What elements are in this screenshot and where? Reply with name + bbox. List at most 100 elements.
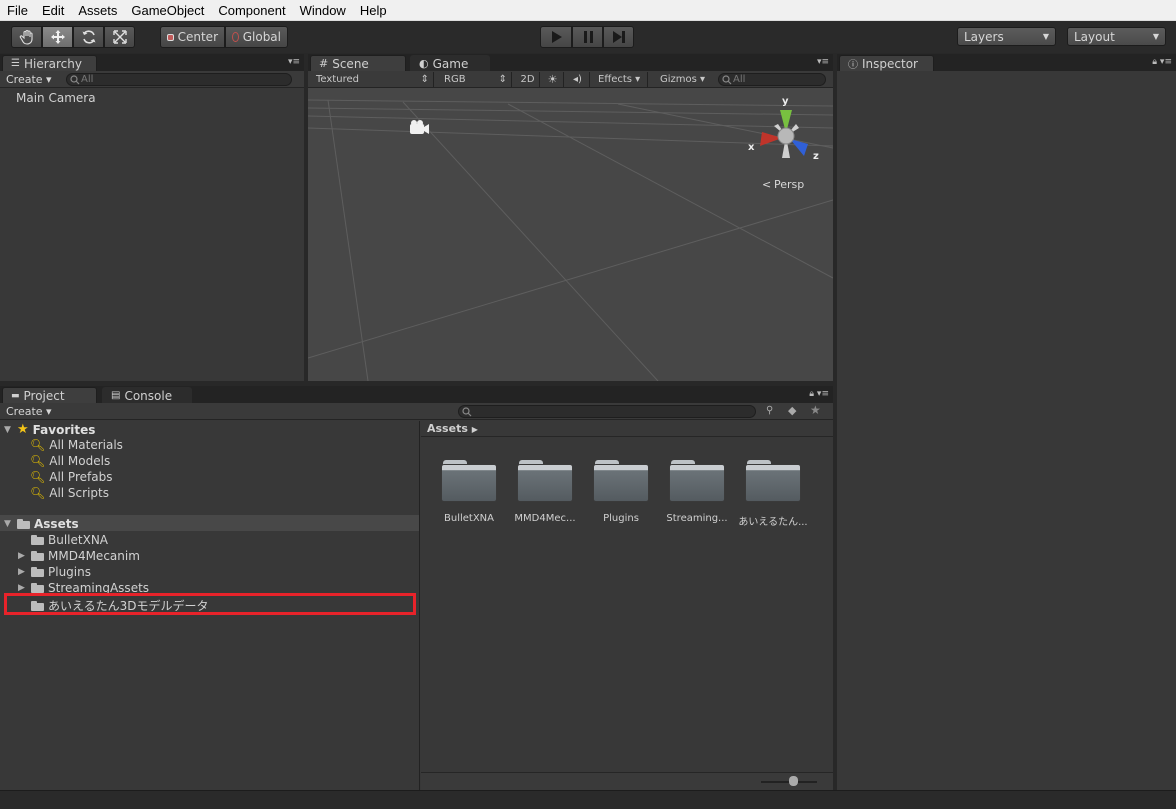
- tree-folder-bulletxna[interactable]: BulletXNA: [18, 533, 108, 547]
- favorite-star-icon[interactable]: ★: [810, 403, 821, 417]
- triangle-right-icon[interactable]: ▶: [18, 567, 27, 577]
- favorite-all-materials[interactable]: 🔍︎ All Materials: [30, 438, 123, 452]
- hierarchy-panel: ☰ Hierarchy ▾≡ Create ▾ All Main Camera: [0, 54, 304, 381]
- menu-gameobject[interactable]: GameObject: [124, 3, 211, 18]
- folder-icon: [31, 567, 44, 577]
- menu-assets[interactable]: Assets: [71, 3, 124, 18]
- scene-viewport[interactable]: y x z < Persp: [308, 88, 833, 381]
- move-icon: [50, 30, 65, 44]
- lighting-toggle-icon[interactable]: ☀: [542, 72, 564, 87]
- breadcrumb-assets[interactable]: Assets: [427, 422, 468, 435]
- favorite-all-prefabs[interactable]: 🔍︎ All Prefabs: [30, 470, 112, 484]
- grid-folder-plugins[interactable]: Plugins: [586, 456, 656, 524]
- tab-hierarchy[interactable]: ☰ Hierarchy: [2, 55, 97, 71]
- tab-hierarchy-label: Hierarchy: [23, 56, 82, 71]
- project-grid: Assets ▶ BulletXNA MMD4Mec... Plugins St…: [421, 421, 833, 790]
- favorite-all-models[interactable]: 🔍︎ All Models: [30, 454, 110, 468]
- project-tabbar: ▬ Project ▤ Console 🔒︎ ▾≡: [0, 386, 833, 403]
- menu-window[interactable]: Window: [293, 3, 353, 18]
- hand-icon: [19, 29, 33, 45]
- panel-menu-icon[interactable]: ▾≡: [288, 57, 300, 67]
- project-subbar: Create ▾ ⚲ ◆ ★: [0, 403, 833, 420]
- menu-file[interactable]: File: [0, 3, 35, 18]
- project-search-input[interactable]: [458, 405, 756, 418]
- tab-project-label: Project: [23, 388, 65, 403]
- hierarchy-tabbar: ☰ Hierarchy ▾≡: [0, 54, 304, 71]
- projection-label[interactable]: Persp: [774, 178, 804, 191]
- grid-footer: [421, 772, 833, 790]
- scene-search-input[interactable]: All: [718, 73, 826, 86]
- shading-mode-dropdown[interactable]: Textured ⇕: [312, 72, 434, 87]
- scale-tool-button[interactable]: [104, 26, 135, 48]
- menu-bar: File Edit Assets GameObject Component Wi…: [0, 0, 1176, 21]
- axis-z-label: z: [813, 151, 819, 162]
- pivot-global-button[interactable]: Global: [225, 26, 288, 48]
- filter-by-label-icon[interactable]: ◆: [788, 404, 796, 417]
- step-button[interactable]: [603, 26, 634, 48]
- tree-folder-plugins[interactable]: ▶ Plugins: [18, 565, 91, 579]
- zoom-slider-handle[interactable]: [789, 776, 798, 786]
- globe-icon: [232, 32, 239, 42]
- lock-menu-icon[interactable]: 🔒︎ ▾≡: [1152, 57, 1172, 67]
- scene-panel: # Scene ◐ Game ▾≡ Textured ⇕ RGB ⇕ 2D ☀ ◂)…: [308, 54, 833, 381]
- step-icon: [612, 31, 625, 43]
- triangle-down-icon: ▼: [4, 519, 11, 529]
- console-icon: ▤: [111, 390, 121, 401]
- gizmos-dropdown[interactable]: Gizmos ▾: [656, 72, 710, 87]
- folder-icon: [31, 583, 44, 593]
- layers-dropdown[interactable]: Layers ▼: [957, 27, 1056, 46]
- tab-inspector[interactable]: ⓘ Inspector: [839, 55, 934, 71]
- lock-menu-icon[interactable]: 🔒︎ ▾≡: [809, 389, 829, 399]
- triangle-right-icon[interactable]: ▶: [18, 551, 27, 561]
- hierarchy-item-label: Main Camera: [16, 91, 96, 105]
- mode-2d-button[interactable]: 2D: [516, 72, 540, 87]
- effects-dropdown[interactable]: Effects ▾: [594, 72, 648, 87]
- grid-folder-bulletxna[interactable]: BulletXNA: [434, 456, 504, 524]
- assets-label: Assets: [34, 517, 79, 531]
- pivot-center-button[interactable]: Center: [160, 26, 225, 48]
- hierarchy-item-main-camera[interactable]: Main Camera: [16, 91, 96, 105]
- tree-folder-mmd4mecanim[interactable]: ▶ MMD4Mecanim: [18, 549, 140, 563]
- menu-help[interactable]: Help: [353, 3, 394, 18]
- pause-button[interactable]: [572, 26, 603, 48]
- tab-scene[interactable]: # Scene: [310, 55, 406, 71]
- hierarchy-create-button[interactable]: Create ▾: [6, 73, 52, 86]
- hand-tool-button[interactable]: [11, 26, 42, 48]
- filter-by-type-icon[interactable]: ⚲: [766, 405, 773, 416]
- rotate-tool-button[interactable]: [73, 26, 104, 48]
- layers-label: Layers: [964, 29, 1004, 44]
- grid-folder-label: MMD4Mec...: [514, 513, 576, 524]
- tab-console[interactable]: ▤ Console: [102, 387, 192, 403]
- panel-menu-icon[interactable]: ▾≡: [817, 57, 829, 67]
- info-icon: ⓘ: [848, 60, 858, 71]
- hierarchy-search-input[interactable]: All: [66, 73, 292, 86]
- move-tool-button[interactable]: [42, 26, 73, 48]
- folder-icon: [441, 456, 497, 502]
- project-create-button[interactable]: Create ▾: [6, 405, 52, 418]
- grid-folder-mmd4mecanim[interactable]: MMD4Mec...: [510, 456, 580, 524]
- tab-project[interactable]: ▬ Project: [2, 387, 97, 403]
- layout-label: Layout: [1074, 29, 1115, 44]
- favorites-header[interactable]: ▼ ★ Favorites: [4, 422, 95, 437]
- list-icon: ☰: [11, 58, 20, 69]
- menu-component[interactable]: Component: [211, 3, 292, 18]
- tab-inspector-label: Inspector: [862, 56, 918, 71]
- assets-header[interactable]: ▼ Assets: [4, 517, 79, 531]
- audio-toggle-icon[interactable]: ◂): [566, 72, 590, 87]
- menu-edit[interactable]: Edit: [35, 3, 71, 18]
- inspector-panel: ⓘ Inspector 🔒︎ ▾≡: [837, 54, 1176, 790]
- gizmos-label: Gizmos: [660, 74, 697, 85]
- favorite-all-scripts[interactable]: 🔍︎ All Scripts: [30, 486, 109, 500]
- search-icon: [462, 407, 472, 417]
- grid-folder-model-data[interactable]: あいえるたん...: [738, 456, 808, 528]
- folder-icon: [517, 456, 573, 502]
- perspective-icon: <: [762, 178, 771, 191]
- tab-game[interactable]: ◐ Game: [410, 55, 490, 71]
- play-button[interactable]: [540, 26, 572, 48]
- triangle-right-icon[interactable]: ▶: [18, 583, 27, 593]
- favorite-label: All Models: [49, 454, 111, 468]
- layout-dropdown[interactable]: Layout ▼: [1067, 27, 1166, 46]
- play-icon: [552, 31, 562, 43]
- render-mode-dropdown[interactable]: RGB ⇕: [440, 72, 512, 87]
- grid-folder-streamingassets[interactable]: Streaming...: [662, 456, 732, 524]
